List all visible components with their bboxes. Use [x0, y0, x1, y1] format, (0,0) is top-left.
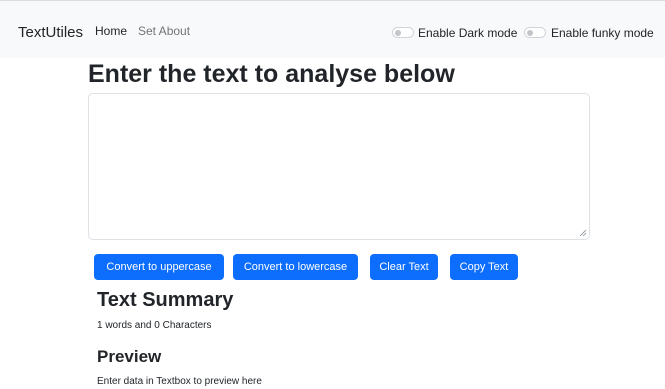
funky-mode-toggle[interactable] [524, 27, 546, 38]
toggle-knob [395, 29, 401, 36]
toggle-knob [527, 29, 533, 36]
resize-grip-icon[interactable] [580, 230, 586, 236]
dark-mode-toggle[interactable] [392, 27, 414, 38]
nav-link-set-about[interactable]: Set About [138, 23, 190, 39]
navbar-brand[interactable]: TextUtiles [18, 24, 83, 42]
nav-link-home[interactable]: Home [95, 23, 127, 39]
preview-text: Enter data in Textbox to preview here [97, 376, 262, 387]
funky-mode-label[interactable]: Enable funky mode [551, 25, 654, 41]
preview-title: Preview [97, 347, 162, 366]
text-input-area[interactable] [88, 93, 590, 240]
summary-text: 1 words and 0 Characters [97, 320, 212, 331]
navbar: TextUtiles Home Set About Enable Dark mo… [0, 0, 665, 58]
convert-lowercase-button[interactable]: Convert to lowercase [233, 254, 358, 280]
convert-uppercase-button[interactable]: Convert to uppercase [94, 254, 224, 280]
page-heading: Enter the text to analyse below [88, 60, 455, 88]
summary-title: Text Summary [97, 289, 234, 311]
copy-text-button[interactable]: Copy Text [450, 254, 518, 280]
clear-text-button[interactable]: Clear Text [370, 254, 438, 280]
dark-mode-label[interactable]: Enable Dark mode [418, 25, 517, 41]
